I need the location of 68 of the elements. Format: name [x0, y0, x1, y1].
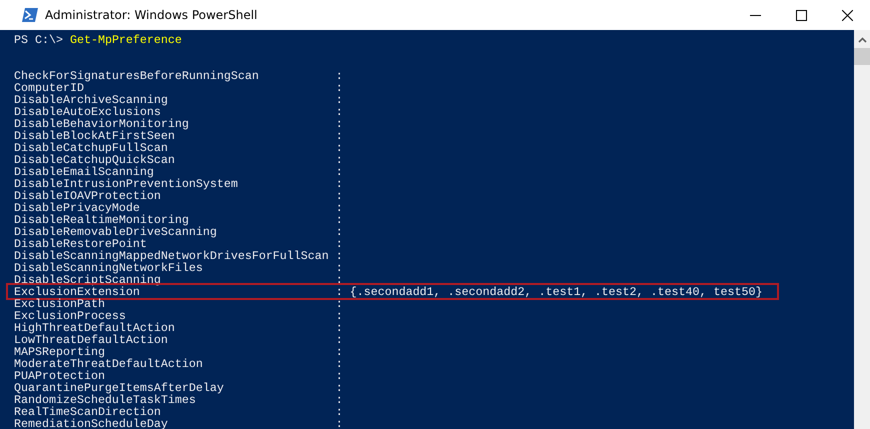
powershell-icon: [22, 8, 38, 22]
property-name: DisableScanningMappedNetworkDrivesForFullScan: [14, 250, 330, 262]
separator-colon: :: [336, 298, 344, 310]
property-name: DisableBlockAtFirstSeen: [14, 130, 175, 142]
property-name: DisableRestorePoint: [14, 238, 147, 250]
separator-colon: :: [336, 190, 344, 202]
property-name: DisableCatchupQuickScan: [14, 154, 176, 166]
separator-colon: :: [336, 166, 344, 178]
property-name: ComputerID: [14, 82, 84, 94]
property-name: DisableScanningNetworkFiles: [14, 262, 203, 274]
property-name: DisableIOAVProtection: [14, 190, 161, 202]
separator-colon: :: [336, 106, 344, 118]
separator-colon: :: [336, 142, 344, 154]
separator-colon: :: [336, 202, 344, 214]
separator-colon: :: [336, 322, 344, 334]
separator-colon: :: [336, 346, 344, 358]
separator-colon: :: [336, 418, 344, 429]
property-name: RandomizeScheduleTaskTimes: [14, 394, 196, 406]
separator-colon: :: [336, 286, 344, 298]
separator-colon: :: [336, 382, 344, 394]
separator-colon: :: [336, 394, 344, 406]
property-name: ExclusionExtension: [14, 286, 140, 298]
property-name: ExclusionPath: [14, 298, 105, 310]
prompt-text: PS C:\>: [14, 33, 63, 47]
separator-colon: :: [336, 94, 344, 106]
separator-colon: :: [336, 178, 344, 190]
property-name: DisableRemovableDriveScanning: [14, 226, 218, 238]
separator-colon: :: [336, 406, 344, 418]
property-name: DisableIntrusionPreventionSystem: [14, 178, 239, 190]
property-name: DisableCatchupFullScan: [14, 142, 168, 154]
property-name: PUAProtection: [14, 370, 105, 382]
scrollbar[interactable]: [854, 30, 870, 429]
property-name: QuarantinePurgeItemsAfterDelay: [14, 382, 225, 394]
property-name: MAPSReporting: [14, 346, 105, 358]
separator-colon: :: [336, 82, 344, 94]
close-icon[interactable]: [842, 10, 852, 20]
property-name: RealTimeScanDirection: [14, 406, 161, 418]
property-name: CheckForSignaturesBeforeRunningScan: [14, 70, 260, 82]
maximize-icon[interactable]: [796, 10, 806, 20]
scrollbar-thumb[interactable]: [854, 48, 870, 65]
separator-colon: :: [336, 274, 344, 286]
separator-colon: :: [336, 118, 344, 130]
separator-colon: :: [336, 226, 344, 238]
separator-colon: :: [336, 310, 344, 322]
separator-colon: :: [336, 250, 344, 262]
property-name: DisableBehaviorMonitoring: [14, 118, 190, 130]
command-text: Get-MpPreference: [70, 33, 182, 47]
separator-colon: :: [336, 70, 344, 82]
property-value: {.secondadd1, .secondadd2, .test1, .test2, .test40, test50}: [350, 286, 762, 298]
separator-colon: :: [336, 238, 344, 250]
property-name: ModerateThreatDefaultAction: [14, 358, 204, 370]
separator-colon: :: [336, 358, 344, 370]
separator-colon: :: [336, 154, 344, 166]
property-name: DisableAutoExclusions: [14, 106, 161, 118]
separator-colon: :: [336, 334, 344, 346]
property-name: LowThreatDefaultAction: [14, 334, 168, 346]
property-name: ExclusionProcess: [14, 310, 126, 322]
separator-colon: :: [336, 214, 344, 226]
separator-colon: :: [336, 130, 344, 142]
separator-colon: :: [336, 262, 344, 274]
property-name: DisableEmailScanning: [14, 166, 154, 178]
separator-colon: :: [336, 370, 344, 382]
scroll-up-icon[interactable]: [858, 37, 866, 43]
property-name: HighThreatDefaultAction: [14, 322, 176, 334]
property-name: DisableArchiveScanning: [14, 94, 169, 106]
property-name: DisableRealtimeMonitoring: [14, 214, 189, 226]
window-title: Administrator: Windows PowerShell: [45, 8, 258, 22]
property-name: DisablePrivacyMode: [14, 202, 140, 214]
